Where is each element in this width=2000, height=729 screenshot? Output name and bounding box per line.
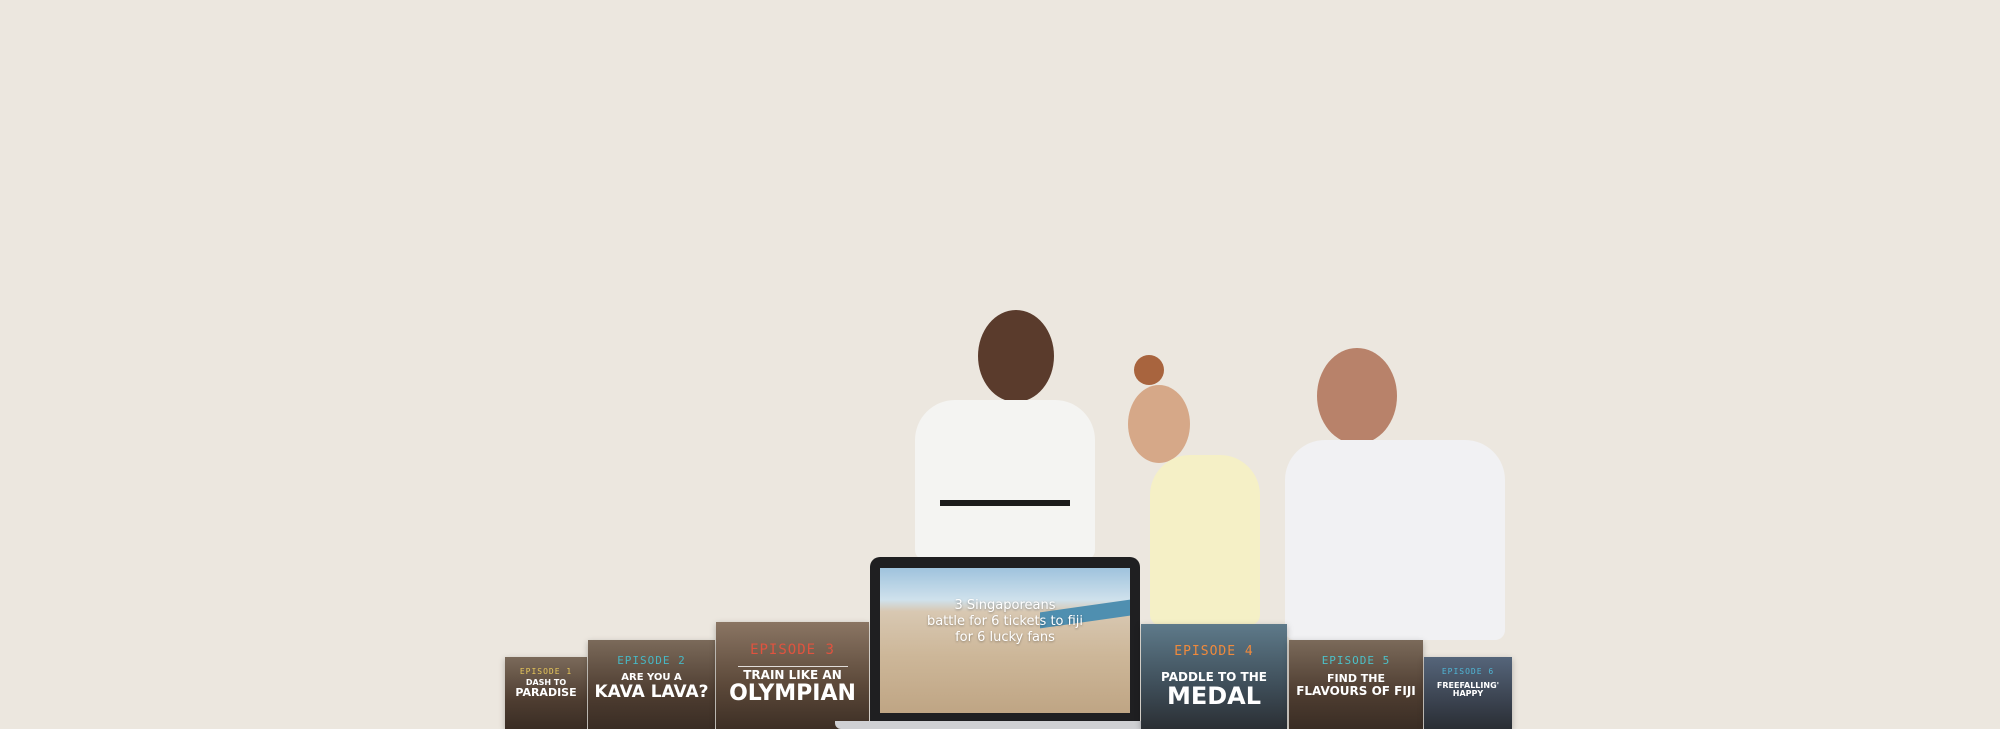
laptop-video-screen[interactable]: 3 Singaporeans battle for 6 tickets to f… [880,568,1130,713]
laptop-base [835,721,1175,729]
episode-card-4[interactable]: EPISODE 4 PADDLE TO THE MEDAL [1141,624,1287,729]
episode-label: EPISODE 5 [1321,654,1391,667]
episode-title-line2: PARADISE [515,686,577,700]
hero-banner: EPISODE 1 DASH TO PARADISE EPISODE 2 ARE… [0,0,2000,729]
episode-card-3[interactable]: EPISODE 3 TRAIN LIKE AN OLYMPIAN [716,622,869,729]
episode-label: EPISODE 2 [617,654,686,667]
episode-title-line2: FLAVOURS OF FIJI [1296,683,1416,698]
episode-card-1[interactable]: EPISODE 1 DASH TO PARADISE [505,657,587,729]
person-left-image [890,310,1100,560]
divider-line [737,666,848,667]
episode-title-line2: MEDAL [1166,681,1262,710]
screen-text-line3: for 6 lucky fans [955,630,1055,645]
episode-card-5[interactable]: EPISODE 5 FIND THE FLAVOURS OF FIJI [1289,640,1423,729]
person-right-image [1265,348,1525,648]
episode-title-line2: OLYMPIAN [729,680,856,706]
episode-card-6[interactable]: EPISODE 6 FREEFALLING' HAPPY [1424,657,1512,729]
screen-text-line1: 3 Singaporeans [954,598,1056,613]
episode-label: EPISODE 6 [1441,667,1495,676]
episode-title-line2: HAPPY [1452,689,1484,699]
screen-text-line2: battle for 6 tickets to fiji [926,614,1084,629]
screen-caption: 3 Singaporeans battle for 6 tickets to f… [920,598,1090,646]
episode-label: EPISODE 4 [1174,644,1254,659]
episode-label: EPISODE 3 [750,642,835,658]
episode-title-line2: KAVA LAVA? [594,681,709,702]
episode-card-2[interactable]: EPISODE 2 ARE YOU A KAVA LAVA? [588,640,715,729]
episode-title-line1: FIND THE [1327,672,1385,685]
episode-label: EPISODE 1 [519,667,573,676]
episode-title-line1: TRAIN LIKE AN [743,668,842,682]
